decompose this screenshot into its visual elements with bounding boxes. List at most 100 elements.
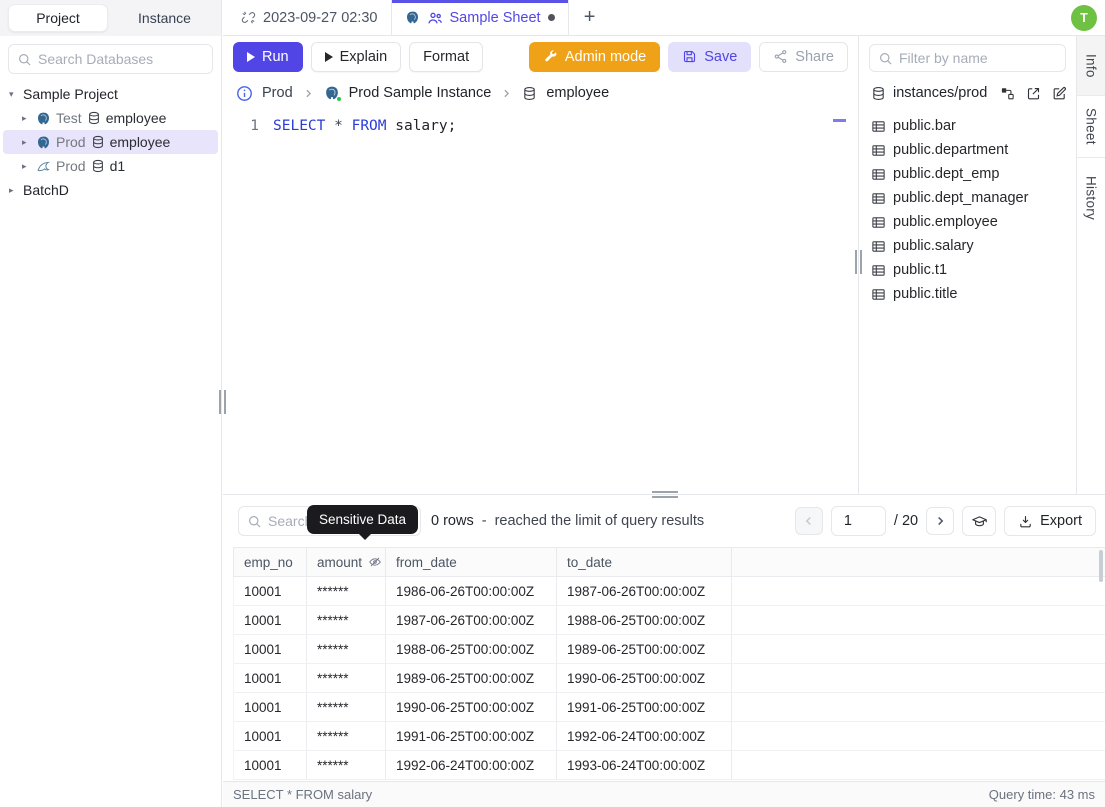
schema-diagram-icon[interactable] bbox=[1000, 86, 1015, 101]
cell[interactable]: 1988-06-25T00:00:00Z bbox=[557, 606, 732, 634]
caret-right-icon[interactable]: ▸ bbox=[9, 185, 18, 196]
postgres-icon bbox=[405, 10, 420, 25]
cell[interactable]: 1990-06-25T00:00:00Z bbox=[386, 693, 557, 721]
database-label: employee bbox=[109, 134, 171, 150]
side-tab-history[interactable]: History bbox=[1077, 158, 1105, 238]
cell[interactable]: 10001 bbox=[234, 635, 307, 663]
export-button[interactable]: Export bbox=[1004, 506, 1096, 536]
tree-node-test-employee[interactable]: ▸ Test employee bbox=[3, 106, 218, 130]
table-item[interactable]: public.department bbox=[859, 138, 1076, 162]
database-search[interactable] bbox=[8, 44, 213, 74]
cell[interactable]: 1991-06-25T00:00:00Z bbox=[386, 722, 557, 750]
cell-masked[interactable]: ****** bbox=[307, 606, 386, 634]
caret-right-icon[interactable]: ▸ bbox=[22, 113, 31, 124]
cell[interactable]: 1986-06-26T00:00:00Z bbox=[386, 577, 557, 605]
table-item[interactable]: public.dept_emp bbox=[859, 162, 1076, 186]
side-tab-sheet[interactable]: Sheet bbox=[1077, 96, 1105, 158]
admin-mode-button[interactable]: Admin mode bbox=[528, 41, 661, 72]
next-page-button[interactable] bbox=[926, 507, 955, 535]
cell-masked[interactable]: ****** bbox=[307, 664, 386, 692]
table-row: 10001 ****** 1992-06-24T00:00:00Z 1993-0… bbox=[233, 751, 1105, 780]
column-header-to-date[interactable]: to_date bbox=[557, 548, 732, 576]
table-item[interactable]: public.dept_manager bbox=[859, 186, 1076, 210]
sql-editor[interactable]: 1 SELECT * FROM salary; bbox=[223, 110, 858, 494]
caret-right-icon[interactable]: ▸ bbox=[22, 161, 31, 172]
sidebar-resize-handle[interactable] bbox=[219, 390, 226, 414]
column-header-amount[interactable]: amount bbox=[307, 548, 386, 576]
external-link-icon[interactable] bbox=[1026, 86, 1041, 101]
cell[interactable]: 10001 bbox=[234, 722, 307, 750]
tab-project[interactable]: Project bbox=[8, 4, 108, 32]
info-icon[interactable] bbox=[236, 85, 253, 102]
column-header-emp-no[interactable]: emp_no bbox=[234, 548, 307, 576]
previous-page-button[interactable] bbox=[794, 507, 823, 535]
page-number-input[interactable] bbox=[830, 506, 886, 536]
environment-label: Prod bbox=[56, 134, 86, 150]
table-filter-input[interactable] bbox=[899, 50, 1057, 66]
table-item[interactable]: public.salary bbox=[859, 234, 1076, 258]
save-button[interactable]: Save bbox=[668, 41, 752, 72]
cell[interactable]: 1992-06-24T00:00:00Z bbox=[557, 722, 732, 750]
cell[interactable]: 1987-06-26T00:00:00Z bbox=[557, 577, 732, 605]
table-icon bbox=[871, 215, 886, 230]
cell-masked[interactable]: ****** bbox=[307, 722, 386, 750]
tree-node-prod-employee[interactable]: ▸ Prod employee bbox=[3, 130, 218, 154]
table-icon bbox=[871, 191, 886, 206]
cell-masked[interactable]: ****** bbox=[307, 693, 386, 721]
eye-off-icon[interactable] bbox=[368, 555, 382, 569]
side-tab-info[interactable]: Info bbox=[1077, 36, 1105, 96]
cell[interactable]: 10001 bbox=[234, 751, 307, 779]
breadcrumb-environment[interactable]: Prod bbox=[262, 85, 293, 101]
caret-down-icon[interactable]: ▾ bbox=[9, 89, 18, 100]
cell-masked[interactable]: ****** bbox=[307, 751, 386, 779]
cell[interactable]: 1993-06-24T00:00:00Z bbox=[557, 751, 732, 779]
format-label: Format bbox=[423, 48, 470, 65]
caret-right-icon[interactable]: ▸ bbox=[22, 137, 31, 148]
cell[interactable]: 10001 bbox=[234, 606, 307, 634]
results-resize-handle[interactable] bbox=[652, 491, 678, 498]
cell[interactable]: 10001 bbox=[234, 693, 307, 721]
admin-mode-label: Admin mode bbox=[564, 48, 647, 65]
data-masking-button[interactable] bbox=[962, 506, 997, 536]
user-avatar[interactable]: T bbox=[1071, 4, 1097, 31]
table-item[interactable]: public.employee bbox=[859, 210, 1076, 234]
cell[interactable]: 1990-06-25T00:00:00Z bbox=[557, 664, 732, 692]
breadcrumb-instance[interactable]: Prod Sample Instance bbox=[349, 85, 492, 101]
table-filter[interactable] bbox=[869, 44, 1066, 72]
new-tab-button[interactable]: + bbox=[569, 0, 611, 35]
tree-node-prod-d1[interactable]: ▸ Prod d1 bbox=[3, 154, 218, 178]
cell[interactable]: 1989-06-25T00:00:00Z bbox=[386, 664, 557, 692]
breadcrumb-database[interactable]: employee bbox=[546, 85, 609, 101]
cell-masked[interactable]: ****** bbox=[307, 635, 386, 663]
tab-sample-sheet[interactable]: Sample Sheet bbox=[391, 0, 569, 35]
explain-button[interactable]: Explain bbox=[310, 41, 402, 72]
sql-code-line[interactable]: SELECT * FROM salary; bbox=[273, 118, 456, 134]
results-scrollbar[interactable] bbox=[1099, 550, 1103, 582]
database-search-input[interactable] bbox=[38, 51, 204, 67]
table-name: public.bar bbox=[893, 118, 956, 134]
tab-instance[interactable]: Instance bbox=[108, 10, 221, 26]
run-label: Run bbox=[262, 48, 289, 65]
cell[interactable]: 10001 bbox=[234, 664, 307, 692]
run-button[interactable]: Run bbox=[233, 41, 303, 72]
tree-node-batchd[interactable]: ▸ BatchD bbox=[3, 178, 218, 202]
table-item[interactable]: public.title bbox=[859, 282, 1076, 306]
table-item[interactable]: public.bar bbox=[859, 114, 1076, 138]
cell[interactable]: 1991-06-25T00:00:00Z bbox=[557, 693, 732, 721]
edit-icon[interactable] bbox=[1052, 86, 1067, 101]
tree-node-sample-project[interactable]: ▾ Sample Project bbox=[3, 82, 218, 106]
cell[interactable]: 1992-06-24T00:00:00Z bbox=[386, 751, 557, 779]
cell[interactable]: 10001 bbox=[234, 577, 307, 605]
column-label: from_date bbox=[396, 554, 457, 570]
column-header-from-date[interactable]: from_date bbox=[386, 548, 557, 576]
cell[interactable]: 1989-06-25T00:00:00Z bbox=[557, 635, 732, 663]
graduation-cap-icon bbox=[971, 513, 988, 530]
cell[interactable]: 1987-06-26T00:00:00Z bbox=[386, 606, 557, 634]
share-button[interactable]: Share bbox=[759, 41, 848, 72]
format-button[interactable]: Format bbox=[409, 41, 484, 72]
table-item[interactable]: public.t1 bbox=[859, 258, 1076, 282]
cell-masked[interactable]: ****** bbox=[307, 577, 386, 605]
tab-query-history[interactable]: 2023-09-27 02:30 bbox=[228, 0, 392, 35]
cell[interactable]: 1988-06-25T00:00:00Z bbox=[386, 635, 557, 663]
schema-panel-resize-handle[interactable] bbox=[855, 250, 862, 274]
